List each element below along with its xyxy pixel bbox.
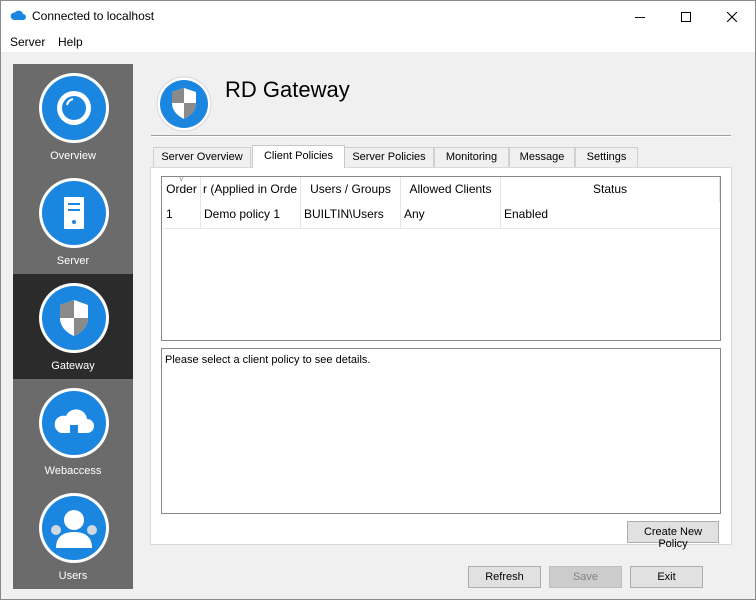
nav-circle-inner (42, 76, 106, 140)
nav-circle (39, 178, 109, 248)
tab-message[interactable]: Message (509, 147, 575, 167)
minimize-icon (635, 16, 645, 18)
nav-circle (39, 493, 109, 563)
column-header-order[interactable]: ˅ Order (163, 177, 201, 202)
save-button[interactable]: Save (549, 566, 622, 588)
menu-server[interactable]: Server (10, 35, 45, 49)
exit-button[interactable]: Exit (630, 566, 703, 588)
column-header-status[interactable]: Status (501, 177, 720, 202)
tab-server-policies[interactable]: Server Policies (344, 147, 434, 167)
sidebar-item-server[interactable]: Server (13, 169, 133, 274)
close-icon (727, 11, 737, 22)
details-text: Please select a client policy to see det… (165, 354, 371, 366)
sidebar-item-label: Webaccess (44, 465, 102, 477)
minimize-button[interactable] (617, 1, 663, 32)
server-icon (64, 197, 84, 229)
policies-list[interactable]: ˅ Order r (Applied in Orde Users / Group… (161, 176, 721, 341)
nav-circle-inner (42, 391, 106, 455)
divider (151, 135, 731, 137)
window-title: Connected to localhost (32, 9, 155, 23)
column-header-name[interactable]: r (Applied in Orde (201, 177, 301, 202)
list-header: ˅ Order r (Applied in Orde Users / Group… (163, 177, 720, 202)
sidebar-item-gateway[interactable]: Gateway (13, 274, 133, 379)
sidebar-item-users[interactable]: Users (13, 484, 133, 589)
sort-arrow-icon: ˅ (179, 177, 184, 184)
nav-circle (39, 73, 109, 143)
sidebar-item-overview[interactable]: Overview (13, 64, 133, 169)
cloud-app-icon (10, 10, 26, 20)
column-header-clients[interactable]: Allowed Clients (401, 177, 501, 202)
menu-bar: Server Help (1, 32, 755, 52)
nav-circle (39, 388, 109, 458)
maximize-icon (681, 11, 691, 22)
page-title: RD Gateway (225, 77, 350, 102)
gateway-logo-icon (156, 76, 212, 132)
policy-details[interactable]: Please select a client policy to see det… (161, 348, 721, 514)
cell-users: BUILTIN\Users (304, 207, 384, 221)
sidebar-item-label: Gateway (51, 360, 95, 372)
overview-icon (57, 91, 91, 125)
nav-circle-inner (42, 496, 106, 560)
cell-name: Demo policy 1 (204, 207, 281, 221)
tab-client-policies[interactable]: Client Policies (252, 145, 345, 168)
nav-circle-inner (42, 181, 106, 245)
nav-circle-inner (42, 286, 106, 350)
cell-divider (400, 202, 401, 229)
cloud-icon (54, 409, 94, 433)
sidebar-item-label: Users (58, 570, 88, 582)
cell-divider (500, 202, 501, 229)
cell-clients: Any (404, 207, 425, 221)
sidebar-item-label: Server (56, 255, 90, 267)
close-button[interactable] (709, 1, 755, 32)
cell-divider (300, 202, 301, 229)
nav-circle (39, 283, 109, 353)
sidebar-item-webaccess[interactable]: Webaccess (13, 379, 133, 484)
tab-settings[interactable]: Settings (575, 147, 638, 167)
column-header-users[interactable]: Users / Groups (301, 177, 401, 202)
sidebar: Overview Server Gateway Webaccess Users (13, 64, 133, 589)
title-bar[interactable]: Connected to localhost (1, 1, 755, 32)
maximize-button[interactable] (663, 1, 709, 32)
create-new-policy-button[interactable]: Create New Policy (627, 521, 719, 550)
sidebar-item-label: Overview (50, 150, 96, 162)
menu-help[interactable]: Help (58, 35, 83, 49)
tab-monitoring[interactable]: Monitoring (434, 147, 509, 167)
cell-divider (200, 202, 201, 229)
cell-order: 1 (166, 207, 173, 221)
column-label: Order (166, 182, 197, 196)
refresh-button[interactable]: Refresh (468, 566, 541, 588)
gateway-shield-icon (60, 300, 88, 336)
users-icon (51, 510, 97, 548)
cell-status: Enabled (504, 207, 549, 221)
tab-server-overview[interactable]: Server Overview (153, 147, 251, 167)
app-window: Connected to localhost Server Help Overv… (0, 0, 756, 600)
